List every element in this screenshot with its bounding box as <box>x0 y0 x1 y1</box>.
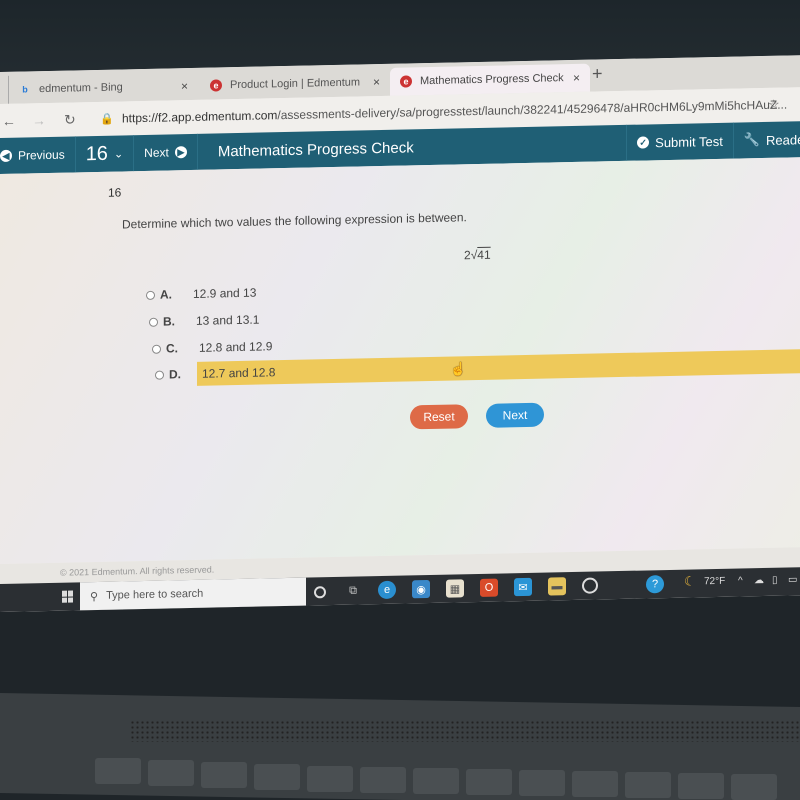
answer-choice-b[interactable]: B. 13 and 13.1 <box>149 307 264 333</box>
cloud-icon[interactable]: ☁ <box>754 575 764 586</box>
refresh-icon[interactable]: ↻ <box>64 111 76 128</box>
keyboard-key <box>413 768 459 794</box>
radio-button[interactable] <box>146 290 155 300</box>
network-icon[interactable]: ▯ <box>772 575 778 586</box>
keyboard-key <box>731 774 777 800</box>
keyboard-key <box>466 769 512 795</box>
camera-app-icon[interactable]: ◉ <box>412 579 430 599</box>
weather-moon-icon[interactable]: ☾ <box>684 573 696 589</box>
tab-bing[interactable]: b edmentum - Bing × <box>8 71 198 104</box>
forward-icon[interactable]: → <box>32 112 46 128</box>
expression-radicand: 41 <box>477 247 491 263</box>
edmentum-icon: e <box>400 75 412 88</box>
url-field[interactable]: https://f2.app.edmentum.com/assessments-… <box>122 98 787 126</box>
tab-product-login[interactable]: e Product Login | Edmentum × <box>200 68 390 100</box>
tab-mathematics-progress-check[interactable]: e Mathematics Progress Check × <box>390 63 590 96</box>
submit-test-button[interactable]: ✓ Submit Test <box>626 122 733 161</box>
bing-icon: b <box>22 84 28 95</box>
choice-letter: D. <box>169 367 181 382</box>
chevron-down-icon: ⌄ <box>113 147 124 161</box>
question-number: 16 <box>85 142 108 165</box>
office-icon[interactable]: O <box>480 578 498 597</box>
question-number-label: 16 <box>108 185 122 200</box>
check-icon: ✓ <box>637 136 650 149</box>
windows-start-icon[interactable] <box>62 590 74 603</box>
keyboard-key <box>254 764 300 790</box>
search-icon: ⚲ <box>90 590 99 603</box>
battery-icon[interactable]: ▭ <box>788 574 797 585</box>
choice-letter: C. <box>166 341 178 356</box>
previous-arrow-icon: ◀ <box>0 149 12 162</box>
search-placeholder: Type here to search <box>106 587 204 602</box>
favorite-star-icon[interactable]: ☆ <box>768 97 780 113</box>
reader-tools-button[interactable]: 🔧 Reader T <box>732 120 800 159</box>
math-expression: 2√41 <box>464 248 491 263</box>
chevron-up-icon[interactable]: ^ <box>738 575 743 586</box>
choice-letter: A. <box>160 287 172 302</box>
question-panel: 16 Determine which two values the follow… <box>0 156 800 564</box>
radio-button[interactable] <box>155 370 164 380</box>
mail-icon[interactable]: ✉ <box>514 577 532 597</box>
tab-label: edmentum - Bing <box>39 81 123 96</box>
keyboard-key <box>678 773 724 799</box>
choice-letter: B. <box>163 314 175 329</box>
previous-label: Previous <box>18 147 65 163</box>
choice-text: 12.9 and 13 <box>193 285 257 301</box>
taskbar-search-box[interactable]: ⚲ Type here to search <box>80 577 306 611</box>
previous-button[interactable]: ◀ Previous <box>0 136 76 174</box>
speaker-grille <box>130 720 800 742</box>
keyboard-key <box>625 772 671 798</box>
question-prompt: Determine which two values the following… <box>122 210 467 232</box>
task-view-icon[interactable]: ⧉ <box>344 581 362 599</box>
keyboard-key <box>519 770 565 796</box>
cortana-icon[interactable] <box>314 586 326 599</box>
keyboard-key <box>360 767 406 793</box>
reset-button[interactable]: Reset <box>410 404 468 430</box>
close-icon[interactable]: × <box>573 71 580 85</box>
keyboard-key <box>148 760 194 786</box>
close-icon[interactable]: × <box>373 75 380 89</box>
radio-button[interactable] <box>152 344 161 354</box>
answer-choice-c[interactable]: C. 12.8 and 12.9 <box>152 334 277 361</box>
reader-label: Reader T <box>766 131 800 148</box>
help-icon[interactable]: ? <box>646 575 664 594</box>
edge-browser-icon[interactable]: e <box>378 580 396 600</box>
url-host: https://f2.app.edmentum.com <box>122 108 278 126</box>
keyboard-key <box>572 771 618 797</box>
hand-cursor-icon: ☝ <box>450 361 467 377</box>
close-icon[interactable]: × <box>181 79 188 93</box>
file-explorer-icon[interactable]: ▬ <box>548 577 566 596</box>
answer-choice-a[interactable]: A. 12.9 and 13 <box>146 281 261 307</box>
next-label: Next <box>144 145 169 160</box>
choice-text: 13 and 13.1 <box>196 312 260 328</box>
question-number-dropdown[interactable]: 16 ⌄ <box>75 135 135 173</box>
tab-label: Mathematics Progress Check <box>420 72 564 88</box>
weather-temperature[interactable]: 72°F <box>704 576 725 587</box>
tab-label: Product Login | Edmentum <box>230 76 361 92</box>
next-arrow-icon: ▶ <box>174 146 187 159</box>
edmentum-icon: e <box>210 79 222 92</box>
submit-label: Submit Test <box>655 133 723 150</box>
keyboard-key <box>95 758 141 784</box>
choice-text: 12.7 and 12.8 <box>197 348 800 386</box>
lock-icon[interactable]: 🔒 <box>100 112 114 125</box>
store-icon[interactable]: ▦ <box>446 579 464 598</box>
next-toolbar-button[interactable]: Next ▶ <box>134 133 198 172</box>
page-title: Mathematics Progress Check <box>217 138 414 160</box>
new-tab-button[interactable]: + <box>592 63 603 84</box>
keyboard-key <box>307 766 353 792</box>
choice-text: 12.8 and 12.9 <box>199 339 273 355</box>
next-button[interactable]: Next <box>486 402 544 428</box>
back-icon[interactable]: ← <box>2 113 16 129</box>
wrench-icon: 🔧 <box>743 132 761 148</box>
app-icon[interactable] <box>582 577 598 594</box>
screen: b edmentum - Bing × e Product Login | Ed… <box>0 55 800 613</box>
radio-button[interactable] <box>149 317 158 327</box>
keyboard-key <box>201 762 247 788</box>
expression-coefficient: 2 <box>464 248 471 263</box>
url-path: /assessments-delivery/sa/progresstest/la… <box>277 97 788 123</box>
